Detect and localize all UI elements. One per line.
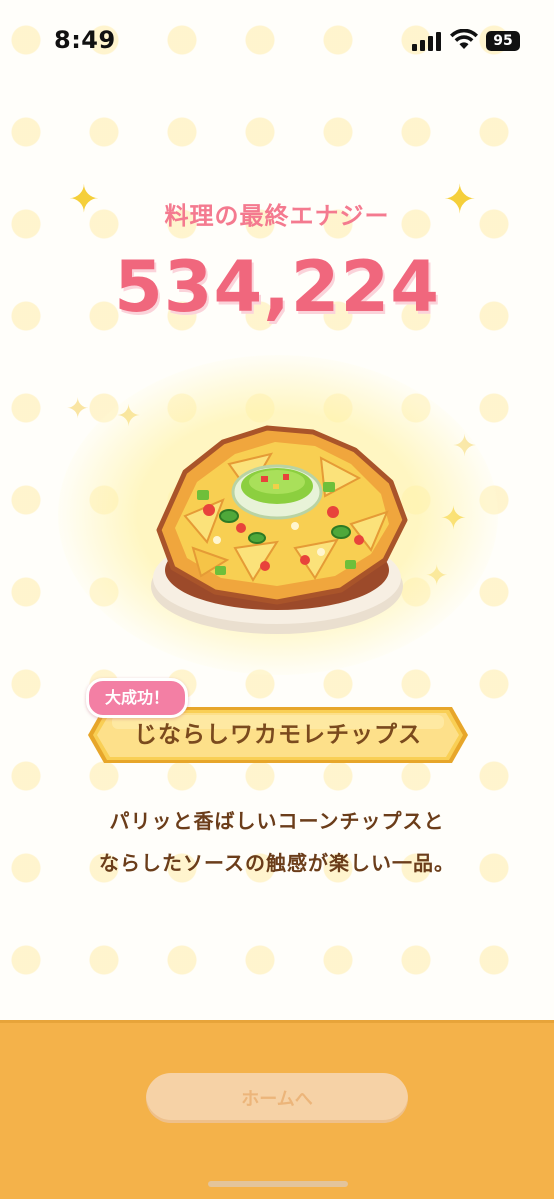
home-button[interactable]: ホームへ <box>146 1073 408 1123</box>
description-line: ならしたソースの触感が楽しい一品。 <box>99 851 455 875</box>
status-time: 8:49 <box>54 26 116 54</box>
cellular-signal-icon <box>412 31 442 51</box>
sparkle-icon: ✦ <box>66 392 90 425</box>
status-bar: 8:49 95 <box>0 0 554 88</box>
cooking-result-screen: 8:49 95 料理の最終エナジー 534,224 ✦ ✦ ✦ ✦ ✦ ✦ ✦ <box>0 0 554 1199</box>
home-indicator[interactable] <box>208 1181 348 1187</box>
nachos-dish-illustration <box>151 425 408 634</box>
description-line: パリッと香ばしいコーンチップスと <box>109 809 445 833</box>
sparkle-icon: ✦ <box>443 177 477 223</box>
energy-value: 534,224 <box>114 246 440 328</box>
dish-description: パリッと香ばしいコーンチップスと ならしたソースの触感が楽しい一品。 <box>0 800 554 884</box>
wifi-icon <box>450 29 478 49</box>
sparkle-icon: ✦ <box>68 177 100 221</box>
great-success-badge: 大成功！ <box>86 678 189 718</box>
battery-indicator: 95 <box>486 31 520 51</box>
bottom-panel: ホームへ <box>0 1020 554 1199</box>
